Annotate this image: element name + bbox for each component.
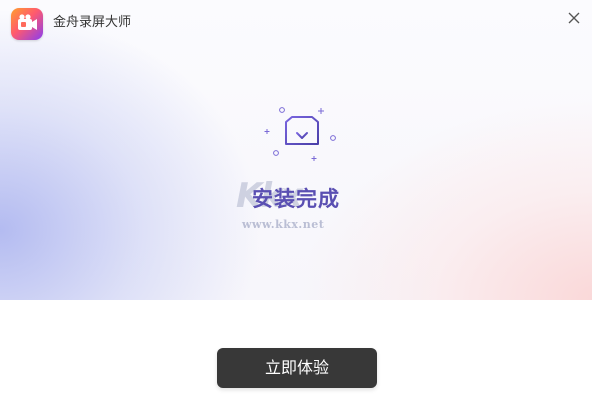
close-button[interactable]	[562, 6, 586, 30]
watermark-url: www.kkx.net	[242, 218, 325, 231]
close-icon	[568, 12, 580, 24]
app-logo-icon	[11, 8, 43, 40]
installer-window: 金舟录屏大师 Kkx www.kkx.net 安装完成 立即体验	[0, 0, 592, 406]
title-bar[interactable]: 金舟录屏大师	[0, 0, 592, 44]
try-now-button[interactable]: 立即体验	[217, 348, 377, 388]
box-download-icon	[262, 104, 338, 166]
app-title: 金舟录屏大师	[53, 15, 132, 30]
install-complete-title: 安装完成	[252, 187, 340, 211]
